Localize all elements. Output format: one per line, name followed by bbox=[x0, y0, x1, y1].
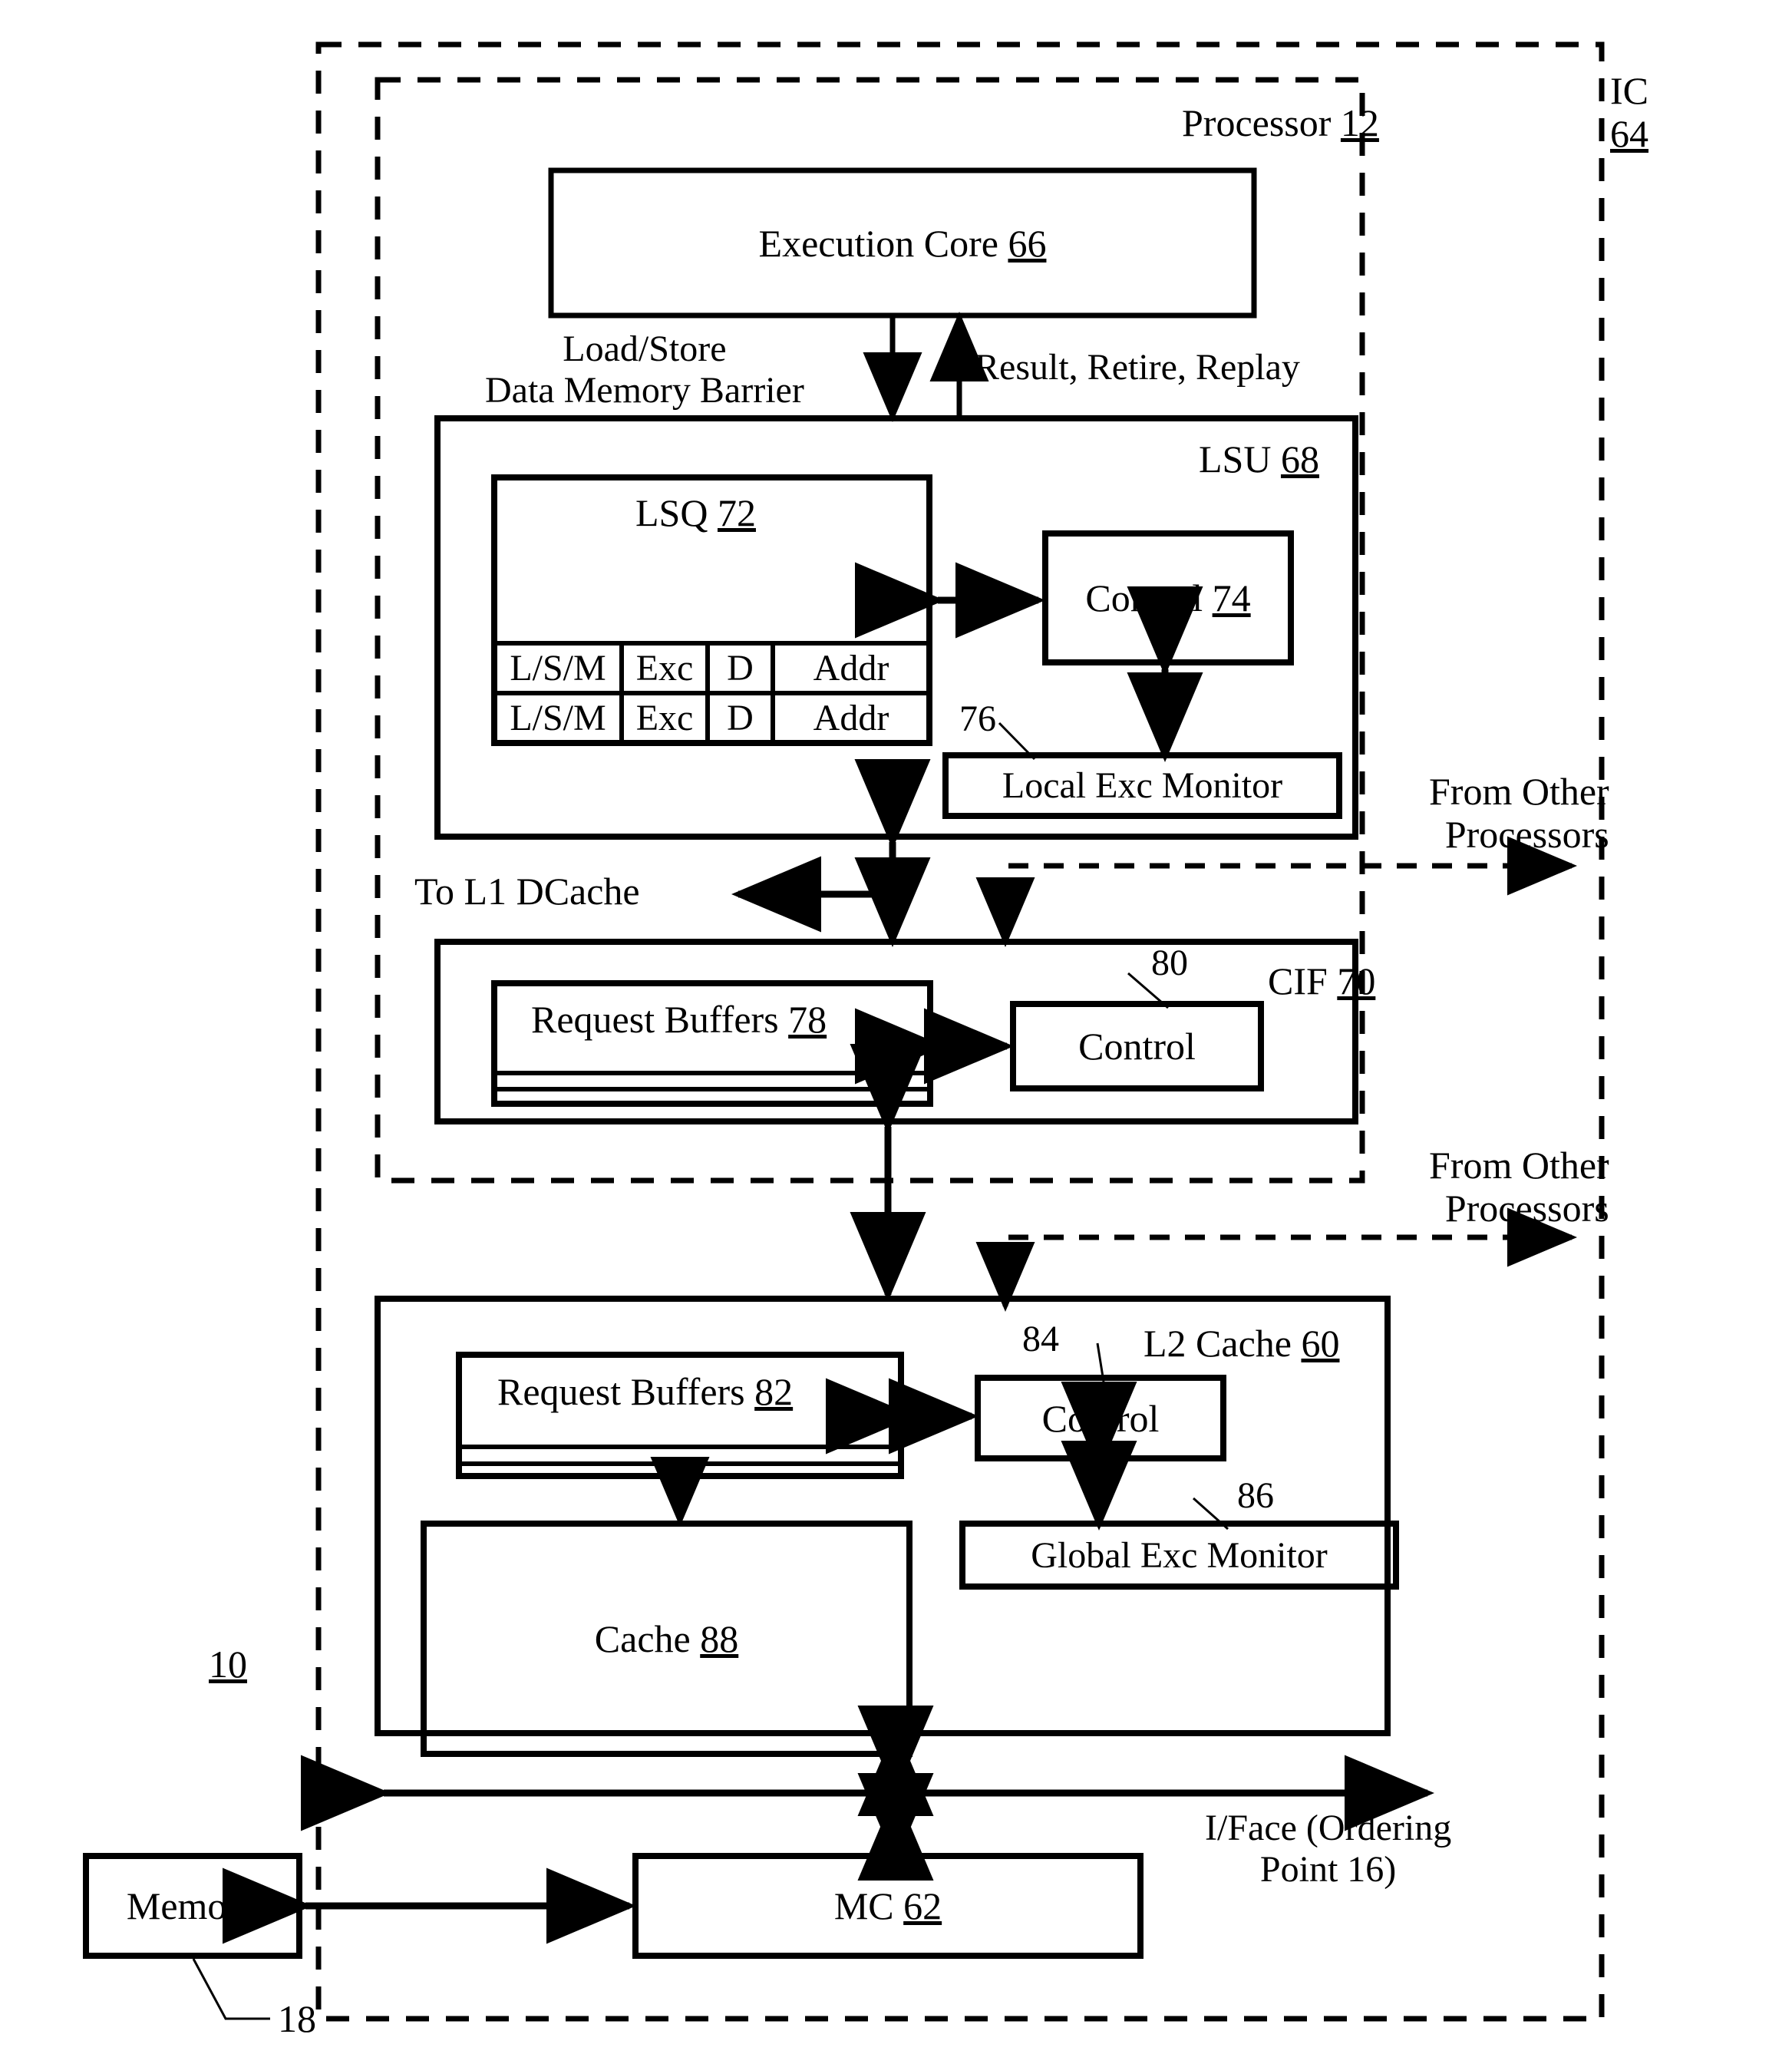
from-other-processors-1-line bbox=[1002, 863, 1558, 910]
l2-request-buffers-ref: 82 bbox=[754, 1370, 794, 1413]
cif-control-ref-label: 80 bbox=[1151, 943, 1188, 984]
iface-label-line1: I/Face (Ordering bbox=[1205, 1808, 1452, 1848]
lsq-cell-r1c3: Addr bbox=[773, 693, 929, 743]
lsu-control-label: Control 74 bbox=[1045, 533, 1291, 662]
cif-request-buffers-stack-lines bbox=[494, 1071, 930, 1091]
cif-control-ref: 80 bbox=[1151, 943, 1188, 983]
lsq-cell-r1c2: D bbox=[708, 693, 773, 743]
cif-request-buffers-ref: 78 bbox=[788, 998, 827, 1041]
from-other-processors-2-line2: Processors bbox=[1444, 1187, 1609, 1230]
l2-request-buffers-label: Request Buffers 82 bbox=[497, 1370, 793, 1413]
cache-label-text: Cache bbox=[594, 1617, 691, 1660]
from-other-processors-2-line bbox=[1002, 1234, 1558, 1280]
local-exc-monitor-label-text: Local Exc Monitor bbox=[1002, 765, 1283, 806]
iface-label-line2: Point 16) bbox=[1259, 1848, 1397, 1890]
iface-label: I/Face (Ordering Point 16) bbox=[1205, 1808, 1451, 1891]
to-l1-dcache-label: To L1 DCache bbox=[414, 870, 640, 913]
lsq-cell-text: L/S/M bbox=[510, 648, 606, 689]
lsq-cell-r0c3: Addr bbox=[773, 643, 929, 693]
from-other-processors-1-label: From Other Processors bbox=[1429, 770, 1609, 856]
local-exc-monitor-ref-label: 76 bbox=[959, 698, 996, 740]
memory-label-text: Memory bbox=[126, 1884, 259, 1927]
lsq-cell-text: D bbox=[727, 698, 754, 738]
lsq-label-text: LSQ bbox=[635, 491, 708, 534]
memory-label: Memory bbox=[86, 1856, 299, 1956]
execution-core-ref: 66 bbox=[1008, 221, 1047, 265]
execution-core-label: Execution Core 66 bbox=[551, 170, 1254, 315]
from-other-processors-2-line1: From Other bbox=[1429, 1144, 1609, 1187]
cif-control-label-text: Control bbox=[1078, 1025, 1196, 1068]
l2-request-buffers-stack-lines bbox=[459, 1445, 901, 1466]
to-l1-dcache-label-text: To L1 DCache bbox=[414, 870, 640, 913]
execution-core-label-text: Execution Core bbox=[758, 221, 998, 265]
memory-ref-label: 18 bbox=[278, 1997, 316, 2040]
cache-ref: 88 bbox=[700, 1617, 739, 1660]
memory-lead-line bbox=[192, 1958, 270, 2020]
cif-request-buffers-label-text: Request Buffers bbox=[531, 998, 779, 1041]
lsq-label: LSQ 72 bbox=[635, 491, 756, 534]
lsq-cell-r0c0: L/S/M bbox=[494, 643, 622, 693]
local-exc-monitor-ref: 76 bbox=[959, 698, 996, 739]
ic-label-text: IC bbox=[1610, 69, 1648, 112]
cif-control-label: Control bbox=[1013, 1004, 1261, 1088]
lsu-control-label-text: Control bbox=[1085, 576, 1203, 619]
figure-canvas: IC 64 Processor 12 Execution Core 66 Loa… bbox=[0, 0, 1792, 2054]
from-other-processors-1-line2: Processors bbox=[1444, 813, 1609, 856]
lsq-cell-text: Addr bbox=[813, 698, 889, 738]
l2-control-ref: 84 bbox=[1022, 1319, 1059, 1359]
lsu-ref: 68 bbox=[1280, 438, 1319, 480]
local-exc-monitor-label: Local Exc Monitor bbox=[946, 755, 1339, 816]
lsq-ref: 72 bbox=[717, 491, 756, 534]
l2-control-ref-label: 84 bbox=[1022, 1319, 1059, 1360]
global-exc-monitor-label: Global Exc Monitor bbox=[962, 1524, 1396, 1587]
load-store-label-line2: Data Memory Barrier bbox=[485, 369, 804, 411]
lsq-cell-r0c1: Exc bbox=[622, 643, 708, 693]
ic-label: IC 64 bbox=[1610, 69, 1648, 155]
l2-cache-label: L2 Cache 60 bbox=[1144, 1322, 1339, 1365]
cache-label: Cache 88 bbox=[424, 1524, 909, 1754]
cif-request-buffers-label: Request Buffers 78 bbox=[531, 998, 827, 1041]
system-ref: 10 bbox=[209, 1643, 247, 1686]
processor-ref: 12 bbox=[1340, 101, 1379, 144]
lsu-control-ref: 74 bbox=[1212, 576, 1251, 619]
lsq-cell-text: Exc bbox=[635, 698, 694, 738]
cif-ref: 70 bbox=[1337, 959, 1376, 1002]
lsu-label-text: LSU bbox=[1199, 438, 1272, 480]
lsq-cell-text: Addr bbox=[813, 648, 889, 689]
l2-request-buffers-label-text: Request Buffers bbox=[497, 1370, 745, 1413]
load-store-label-line1: Load/Store bbox=[563, 329, 727, 369]
lsq-cell-text: L/S/M bbox=[510, 698, 606, 738]
processor-label: Processor 12 bbox=[1182, 101, 1379, 144]
lsq-cell-r1c0: L/S/M bbox=[494, 693, 622, 743]
l2-control-label: Control bbox=[978, 1378, 1223, 1458]
ic-ref: 64 bbox=[1610, 112, 1648, 155]
l2-cache-ref: 60 bbox=[1301, 1322, 1340, 1365]
mc-ref: 62 bbox=[903, 1884, 942, 1927]
global-exc-monitor-ref-label: 86 bbox=[1237, 1475, 1274, 1517]
lsq-cell-r0c2: D bbox=[708, 643, 773, 693]
system-ref-label: 10 bbox=[209, 1643, 247, 1686]
cif-label: CIF 70 bbox=[1268, 959, 1375, 1002]
mc-label: MC 62 bbox=[635, 1856, 1140, 1956]
memory-ref: 18 bbox=[278, 1997, 316, 2040]
l2-control-label-text: Control bbox=[1041, 1396, 1160, 1440]
global-exc-monitor-ref: 86 bbox=[1237, 1475, 1274, 1516]
load-store-label: Load/Store Data Memory Barrier bbox=[485, 329, 804, 411]
result-retire-replay-label-text: Result, Retire, Replay bbox=[975, 347, 1300, 388]
lsq-cell-text: D bbox=[727, 648, 754, 689]
lsu-label: LSU 68 bbox=[1199, 438, 1319, 480]
from-other-processors-1-line1: From Other bbox=[1429, 770, 1609, 813]
mc-label-text: MC bbox=[833, 1884, 894, 1927]
l2-cache-label-text: L2 Cache bbox=[1144, 1322, 1292, 1365]
global-exc-monitor-label-text: Global Exc Monitor bbox=[1031, 1534, 1328, 1576]
cif-label-text: CIF bbox=[1268, 959, 1328, 1002]
processor-label-text: Processor bbox=[1182, 101, 1332, 144]
result-retire-replay-label: Result, Retire, Replay bbox=[975, 347, 1300, 388]
lsq-cell-r1c1: Exc bbox=[622, 693, 708, 743]
from-other-processors-2-label: From Other Processors bbox=[1429, 1144, 1609, 1230]
lsq-cell-text: Exc bbox=[635, 648, 694, 689]
